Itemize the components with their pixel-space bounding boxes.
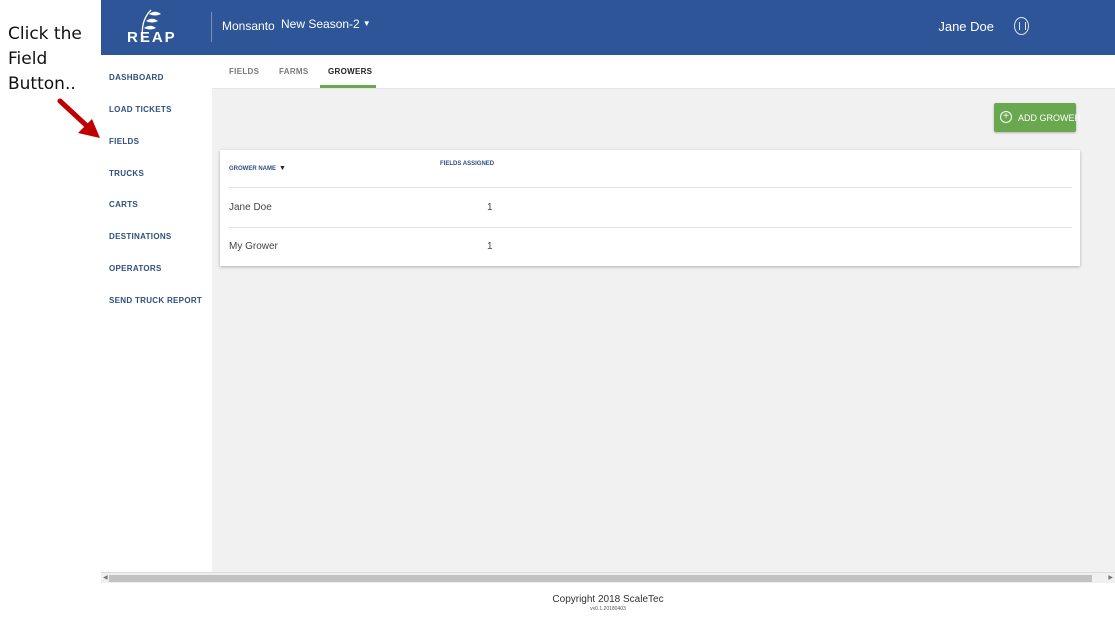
tab-farms[interactable]: FARMS bbox=[279, 67, 309, 76]
growers-table: GROWER NAME ▼ FIELDS ASSIGNED Jane Doe 1 … bbox=[220, 150, 1080, 266]
user-name[interactable]: Jane Doe bbox=[938, 19, 994, 34]
season-dropdown[interactable]: New Season-2 ▼ bbox=[281, 17, 371, 31]
sidebar-item-fields[interactable]: FIELDS bbox=[109, 137, 139, 146]
grower-name-cell[interactable]: My Grower bbox=[229, 241, 278, 252]
sidebar-item-carts[interactable]: CARTS bbox=[109, 200, 138, 209]
sidebar-item-send-truck-report[interactable]: SEND TRUCK REPORT bbox=[109, 296, 202, 305]
copyright-text: Copyright 2018 ScaleTec bbox=[552, 594, 664, 605]
column-header-grower-name[interactable]: GROWER NAME ▼ bbox=[229, 165, 286, 172]
user-profile-icon[interactable] bbox=[1014, 17, 1029, 35]
scroll-left-arrow-icon[interactable]: ◀ bbox=[103, 574, 108, 581]
fields-assigned-cell: 1 bbox=[487, 202, 493, 213]
callout-line-1: Click the bbox=[8, 24, 82, 44]
row-divider bbox=[228, 227, 1072, 228]
version-text: vv0.1.20180403 bbox=[590, 606, 626, 612]
instruction-callout: Click the Field Button.. bbox=[8, 22, 98, 97]
grower-name-header-label: GROWER NAME bbox=[229, 166, 276, 172]
scrollbar-thumb[interactable] bbox=[109, 575, 1092, 582]
tab-fields[interactable]: FIELDS bbox=[229, 67, 259, 76]
callout-line-3: Button.. bbox=[8, 74, 76, 94]
main-content: FIELDS FARMS GROWERS + ADD GROWER GROWER… bbox=[212, 55, 1115, 572]
season-label: New Season-2 bbox=[281, 17, 360, 31]
tab-bar: FIELDS FARMS GROWERS bbox=[212, 55, 1115, 89]
top-bar: REAP Monsanto New Season-2 ▼ Jane Doe bbox=[101, 0, 1115, 55]
sidebar-item-trucks[interactable]: TRUCKS bbox=[109, 169, 144, 178]
footer: Copyright 2018 ScaleTec vv0.1.20180403 bbox=[101, 583, 1115, 629]
sidebar-item-dashboard[interactable]: DASHBOARD bbox=[109, 73, 164, 82]
header-divider bbox=[211, 12, 212, 42]
fields-assigned-cell: 1 bbox=[487, 241, 493, 252]
sidebar-nav: DASHBOARD LOAD TICKETS FIELDS TRUCKS CAR… bbox=[101, 55, 212, 572]
organization-name[interactable]: Monsanto bbox=[222, 19, 275, 33]
caret-down-icon: ▼ bbox=[362, 19, 371, 28]
callout-line-2: Field bbox=[8, 49, 48, 69]
sidebar-item-load-tickets[interactable]: LOAD TICKETS bbox=[109, 105, 172, 114]
column-header-fields-assigned[interactable]: FIELDS ASSIGNED bbox=[440, 161, 494, 167]
row-divider bbox=[228, 187, 1072, 188]
app-logo-text: REAP bbox=[127, 29, 177, 46]
grower-name-cell[interactable]: Jane Doe bbox=[229, 202, 272, 213]
tab-growers[interactable]: GROWERS bbox=[328, 67, 372, 76]
active-tab-indicator bbox=[320, 85, 376, 88]
scroll-right-arrow-icon[interactable]: ▶ bbox=[1108, 574, 1113, 581]
red-arrow-icon bbox=[57, 98, 100, 138]
sidebar-item-operators[interactable]: OPERATORS bbox=[109, 264, 162, 273]
add-grower-button[interactable]: + ADD GROWER bbox=[994, 103, 1081, 132]
sort-caret-down-icon: ▼ bbox=[279, 165, 286, 172]
add-circle-icon: + bbox=[1000, 111, 1012, 123]
add-grower-label: ADD GROWER bbox=[1018, 113, 1081, 123]
sidebar-item-destinations[interactable]: DESTINATIONS bbox=[109, 232, 172, 241]
